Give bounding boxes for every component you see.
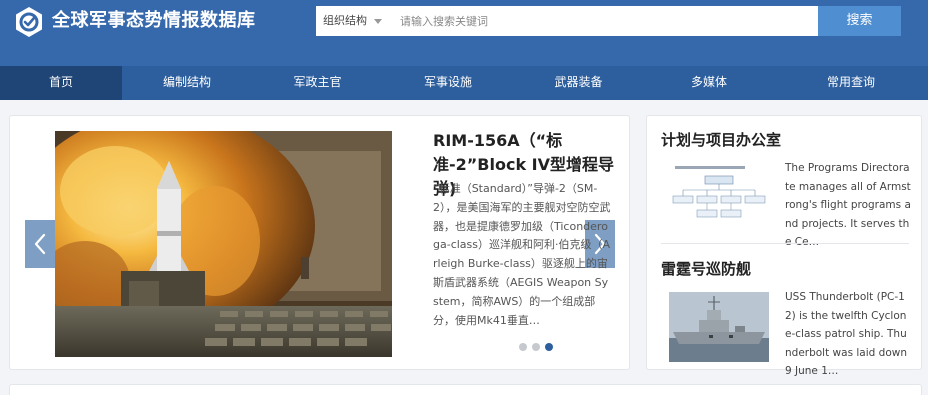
bottom-content-panel [9, 384, 922, 395]
nav-item-leaders[interactable]: 军政主官 [252, 66, 383, 100]
missile-launch-image[interactable] [55, 131, 392, 357]
side-item-summary: USS Thunderbolt (PC-12) is the twelfth C… [785, 291, 907, 378]
carousel-dot-1[interactable] [519, 343, 527, 351]
nav-item-organization[interactable]: 编制结构 [122, 66, 252, 100]
featured-carousel: RIM-156A（“标准-2”Block IV型增程导弹) “标准（Standa… [9, 115, 630, 370]
side-item-summary: The Programs Directorate manages all of … [785, 162, 911, 248]
carousel-dot-3[interactable] [545, 343, 553, 351]
nav-item-common-queries[interactable]: 常用查询 [774, 66, 928, 100]
org-chart-thumbnail[interactable] [669, 162, 769, 232]
side-news-panel: 计划与项目办公室 The Programs Directorate manage… [646, 115, 922, 377]
search-category-value: 组织结构 [323, 14, 367, 27]
nav-item-facilities[interactable]: 军事设施 [383, 66, 513, 100]
nav-item-multimedia[interactable]: 多媒体 [644, 66, 774, 100]
carousel-indicators [519, 343, 558, 351]
carousel-prev-button[interactable] [25, 220, 55, 268]
nav-item-weapons[interactable]: 武器装备 [513, 66, 644, 100]
side-item-heading[interactable]: 雷霆号巡防舰 [661, 259, 751, 279]
search-bar: 组织结构 搜索 [316, 6, 901, 36]
carousel-dot-2[interactable] [532, 343, 540, 351]
search-category-select[interactable]: 组织结构 [316, 6, 390, 36]
featured-article-description: “标准（Standard）”导弹-2（SM-2），是美国海军的主要舰对空防空武器… [433, 182, 611, 327]
header-bar: 全球军事态势情报数据库 组织结构 搜索 [0, 0, 928, 66]
search-input[interactable] [392, 6, 818, 36]
site-logo-icon[interactable] [14, 6, 44, 38]
site-title[interactable]: 全球军事态势情报数据库 [52, 8, 256, 34]
nav-item-home[interactable]: 首页 [0, 66, 122, 100]
chevron-left-icon [34, 233, 46, 255]
patrol-ship-thumbnail[interactable] [669, 292, 769, 362]
divider [661, 243, 909, 244]
side-item-heading[interactable]: 计划与项目办公室 [661, 130, 781, 150]
search-button[interactable]: 搜索 [818, 6, 901, 36]
chevron-down-icon [374, 19, 382, 24]
main-nav: 首页 编制结构 军政主官 军事设施 武器装备 多媒体 常用查询 [0, 66, 928, 100]
